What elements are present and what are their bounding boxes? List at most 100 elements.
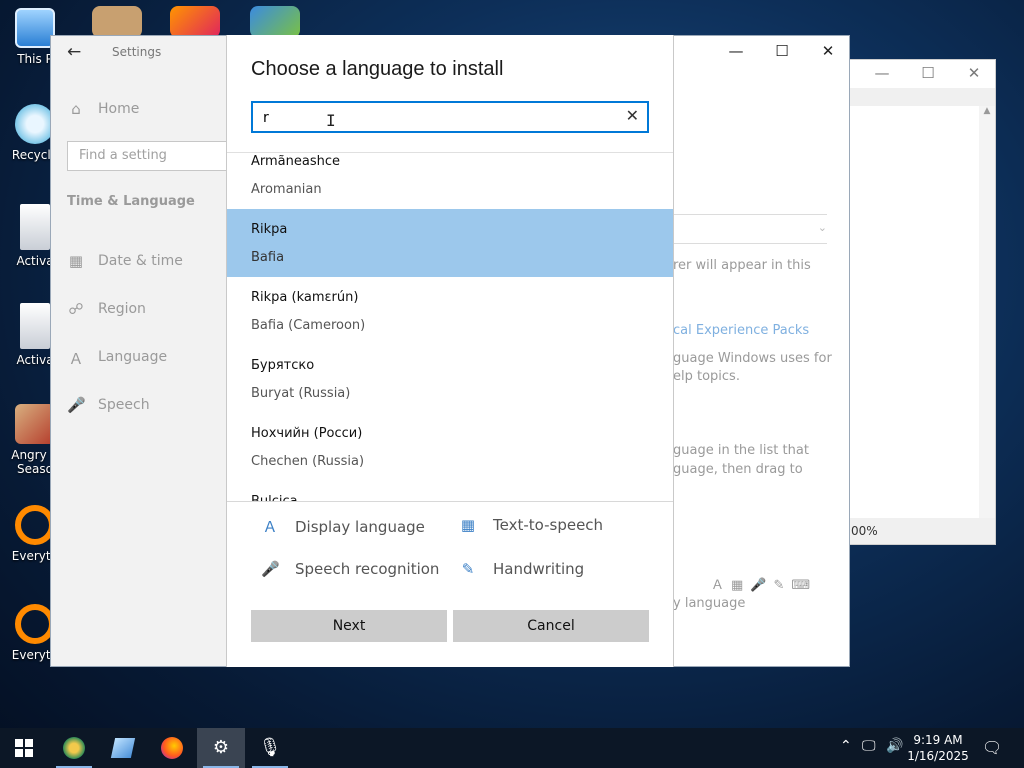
- language-english-name: Buryat (Russia): [251, 386, 351, 401]
- recycle-bin-icon: [15, 104, 55, 144]
- language-item-selected[interactable]: Rikpa Bafia: [227, 209, 673, 277]
- section-heading: Time & Language: [67, 194, 195, 209]
- language-native-name: Бурятско: [251, 358, 315, 373]
- feature-label: Text-to-speech: [493, 516, 604, 534]
- taskbar-settings[interactable]: ⚙: [197, 728, 245, 768]
- microphone-icon: 🎙: [258, 737, 282, 758]
- feature-label: Speech recognition: [295, 560, 440, 578]
- gear-icon: ⚙: [212, 737, 230, 758]
- people-top-icon[interactable]: [250, 6, 300, 38]
- firefox-icon: [161, 737, 183, 759]
- background-window-titlebar[interactable]: — ☐ ✕: [849, 60, 995, 88]
- angry-birds-icon: [15, 404, 55, 444]
- language-english-name: Bafia (Cameroon): [251, 318, 366, 333]
- text-cursor-icon: I: [326, 111, 336, 130]
- language-item[interactable]: Нохчийн (Росси) Chechen (Russia): [227, 413, 673, 481]
- nav-region-label: Region: [98, 301, 146, 317]
- language-native-name: Bulcica: [251, 494, 298, 502]
- right-text-2: guage Windows uses for: [673, 351, 832, 366]
- find-setting-placeholder: Find a setting: [79, 148, 167, 163]
- language-native-name: Rikpa: [251, 222, 288, 237]
- nav-language-label: Language: [98, 349, 168, 365]
- clear-search-icon[interactable]: ✕: [626, 106, 639, 125]
- language-native-name: Rikpa (kamɛrún): [251, 290, 359, 305]
- right-text-4: guage in the list that: [673, 443, 809, 458]
- clock-date: 1/16/2025: [907, 749, 969, 763]
- language-english-name: Bafia: [251, 250, 285, 265]
- handwriting-icon: ✎: [461, 560, 475, 578]
- settings-title-row: ← Settings: [51, 36, 227, 68]
- notification-icon[interactable]: 🗨: [982, 738, 1002, 757]
- language-item[interactable]: Rikpa (kamɛrún) Bafia (Cameroon): [227, 277, 673, 345]
- firefox-top-icon[interactable]: [170, 6, 220, 38]
- feature-text-to-speech: ▦ Text-to-speech: [459, 516, 603, 534]
- feature-handwriting: ✎ Handwriting: [459, 560, 584, 578]
- notepad-icon: [110, 738, 136, 758]
- windows-logo-icon: [15, 739, 33, 757]
- microphone-icon: 🎤: [67, 396, 86, 414]
- taskbar-clock[interactable]: 9:19 AM 1/16/2025: [906, 732, 970, 764]
- minimize-button[interactable]: —: [713, 42, 759, 64]
- search-app-icon: [15, 604, 55, 644]
- language-search-input[interactable]: [263, 107, 603, 129]
- language-item[interactable]: Бурятско Buryat (Russia): [227, 345, 673, 413]
- maximize-icon[interactable]: ☐: [913, 64, 943, 82]
- back-arrow-icon[interactable]: ←: [67, 42, 81, 62]
- text-to-speech-icon: ▦: [460, 516, 476, 534]
- language-search-box[interactable]: I ✕: [251, 101, 649, 133]
- file-icon: [20, 204, 50, 250]
- clock-time: 9:19 AM: [913, 733, 963, 747]
- desktop-top-icon-1[interactable]: [92, 6, 142, 38]
- language-icon: Ａ: [68, 350, 84, 368]
- feature-display-language: Ａ Display language: [261, 516, 424, 537]
- maximize-button[interactable]: ☐: [759, 42, 805, 64]
- network-icon[interactable]: 🖵: [862, 738, 876, 754]
- chevron-up-icon[interactable]: ⌃: [840, 738, 852, 754]
- display-language-icon: Ａ: [262, 518, 278, 536]
- computer-icon: [15, 8, 55, 48]
- right-text-footer: y language: [673, 596, 746, 611]
- background-window[interactable]: — ☐ ✕ ▲ 00%: [848, 59, 996, 545]
- feature-label: Handwriting: [493, 560, 585, 578]
- right-text-1: rer will appear in this: [673, 258, 811, 273]
- language-english-name: Aromanian: [251, 182, 322, 197]
- minimize-icon[interactable]: —: [867, 64, 897, 82]
- search-app-icon: [15, 505, 55, 545]
- taskbar-voice-recorder[interactable]: 🎙: [246, 728, 294, 768]
- chevron-down-icon: ⌄: [817, 221, 827, 234]
- language-item[interactable]: Bulcica: [227, 481, 673, 502]
- globe-icon: ☍: [68, 300, 84, 318]
- start-button[interactable]: [0, 728, 48, 768]
- nav-speech-label: Speech: [98, 397, 150, 413]
- vertical-scrollbar[interactable]: ▲: [979, 106, 995, 518]
- language-list[interactable]: Armãneashce Aromanian Rikpa Bafia Rikpa …: [227, 152, 673, 502]
- scroll-up-icon[interactable]: ▲: [979, 106, 995, 116]
- settings-title: Settings: [112, 45, 162, 59]
- find-setting-input[interactable]: Find a setting: [67, 141, 237, 171]
- next-button[interactable]: Next: [251, 610, 447, 642]
- preferred-language-dropdown[interactable]: ⌄: [673, 214, 827, 244]
- language-native-name: Armãneashce: [251, 154, 341, 169]
- taskbar-firefox[interactable]: [148, 728, 196, 768]
- settings-sidebar: ← Settings ⌂ Home Find a setting Time & …: [51, 36, 237, 666]
- zoom-level: 00%: [851, 524, 878, 538]
- cancel-button[interactable]: Cancel: [453, 610, 649, 642]
- app-circle-icon: [63, 737, 85, 759]
- language-feature-icons: Ａ▦🎤✎⌨: [711, 578, 818, 593]
- dialog-title: Choose a language to install: [251, 58, 504, 80]
- language-english-name: Chechen (Russia): [251, 454, 365, 469]
- close-icon[interactable]: ✕: [959, 64, 989, 82]
- choose-language-dialog[interactable]: Choose a language to install I ✕ Armãnea…: [226, 35, 674, 667]
- close-button[interactable]: ✕: [805, 42, 849, 64]
- volume-icon[interactable]: 🔊: [886, 738, 903, 754]
- nav-home-label: Home: [98, 101, 140, 117]
- background-window-body[interactable]: [849, 106, 979, 518]
- feature-speech-recognition: 🎤 Speech recognition: [261, 560, 439, 578]
- language-item[interactable]: Armãneashce Aromanian: [227, 153, 673, 209]
- local-experience-packs-link[interactable]: cal Experience Packs: [673, 323, 809, 338]
- file-icon: [20, 303, 50, 349]
- taskbar-app-1[interactable]: [50, 728, 98, 768]
- home-icon: ⌂: [71, 100, 81, 118]
- taskbar-app-2[interactable]: [99, 728, 147, 768]
- right-text-3: elp topics.: [673, 369, 740, 384]
